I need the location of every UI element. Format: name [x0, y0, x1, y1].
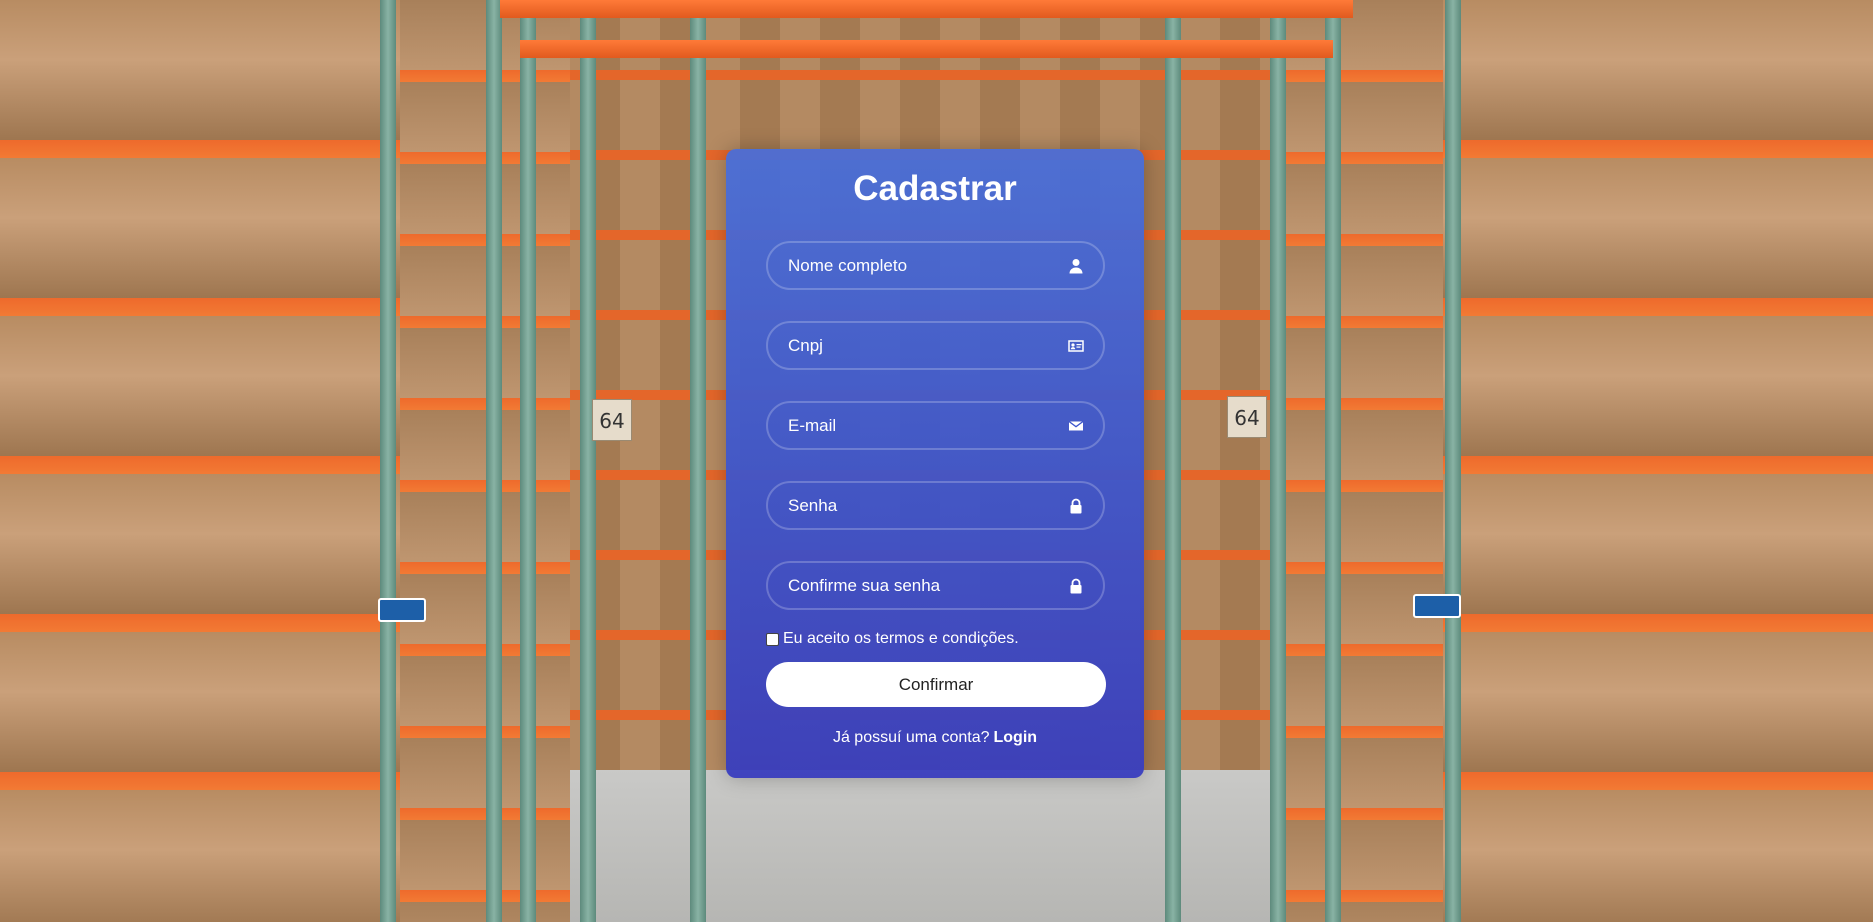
id-card-icon: [1067, 337, 1085, 355]
email-input[interactable]: [768, 403, 1103, 448]
register-card: Cadastrar Eu aceito os termos e condiçõe…: [726, 149, 1144, 778]
rack-post: [486, 0, 502, 922]
rack-post: [580, 0, 596, 922]
login-prompt-text: Já possuí uma conta?: [832, 729, 990, 746]
aisle-number: 64: [1227, 396, 1267, 438]
rack-post: [1325, 0, 1341, 922]
overhead-beam: [500, 0, 1353, 18]
rack-post: [1270, 0, 1286, 922]
rack-left-inner: [400, 0, 570, 922]
confirm-password-input[interactable]: [768, 563, 1103, 608]
cnpj-input[interactable]: [768, 323, 1103, 368]
lock-icon: [1067, 497, 1085, 515]
rack-post: [1165, 0, 1181, 922]
password-field[interactable]: [766, 481, 1105, 530]
page-title: Cadastrar: [853, 169, 1017, 208]
terms-label: Eu aceito os termos e condições.: [783, 630, 1019, 647]
rack-left: [0, 0, 400, 922]
confirm-password-field[interactable]: [766, 561, 1105, 610]
full-name-field[interactable]: [766, 241, 1105, 290]
user-icon: [1067, 257, 1085, 275]
terms-checkbox[interactable]: [766, 632, 779, 646]
full-name-input[interactable]: [768, 243, 1103, 288]
rack-right-inner: [1273, 0, 1443, 922]
lock-icon: [1067, 577, 1085, 595]
rack-right: [1443, 0, 1873, 922]
rack-post: [520, 0, 536, 922]
overhead-beam: [520, 40, 1333, 58]
aisle-number: 64: [592, 399, 632, 441]
rack-post: [1445, 0, 1461, 922]
cnpj-field[interactable]: [766, 321, 1105, 370]
arrow-sign-left: [378, 598, 426, 622]
password-input[interactable]: [768, 483, 1103, 528]
terms-row[interactable]: Eu aceito os termos e condições.: [766, 629, 1019, 649]
arrow-sign-right: [1413, 594, 1461, 618]
envelope-icon: [1067, 417, 1085, 435]
login-prompt-row: Já possuí uma conta? Login: [726, 729, 1144, 747]
email-field[interactable]: [766, 401, 1105, 450]
rack-post: [380, 0, 396, 922]
rack-post: [690, 0, 706, 922]
login-link[interactable]: Login: [994, 729, 1038, 746]
confirm-button[interactable]: Confirmar: [766, 662, 1106, 707]
